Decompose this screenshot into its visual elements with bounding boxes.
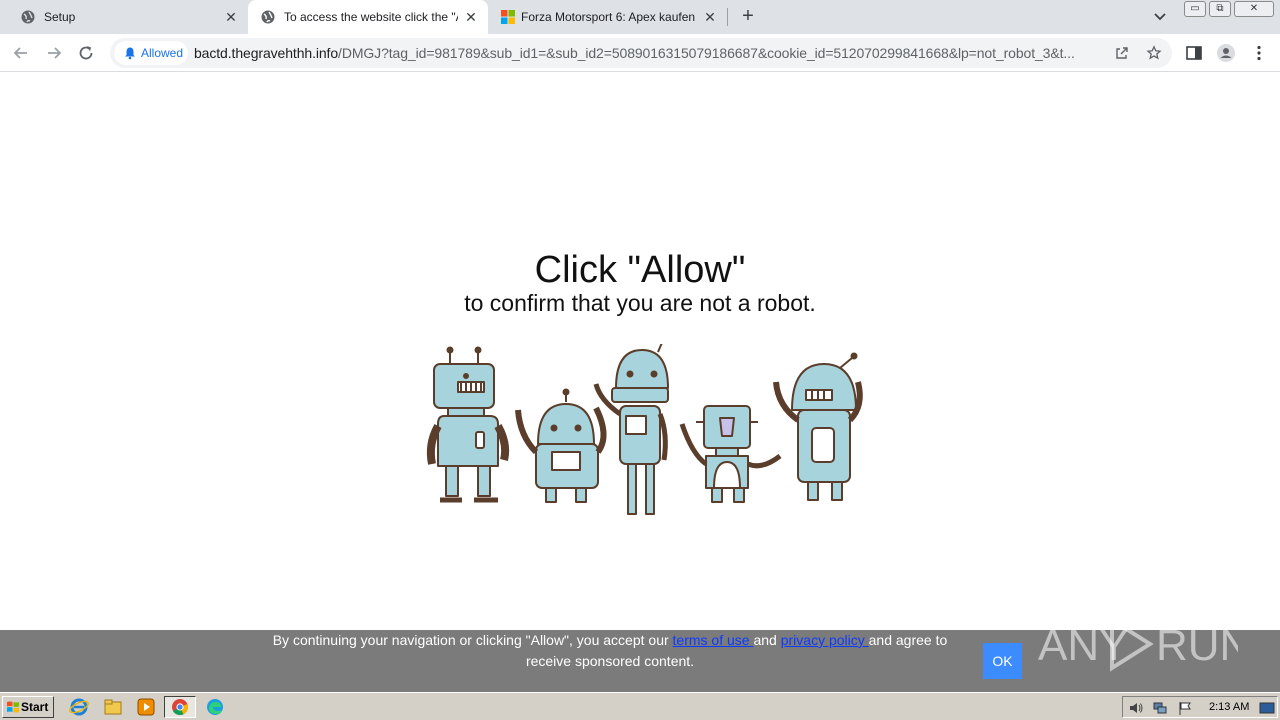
page-headline: Click "Allow" [534,249,746,291]
robot-1-image [426,346,510,503]
robot-2-image [515,388,607,503]
robot-4-image [679,405,782,503]
network-icon[interactable] [1152,700,1168,716]
ok-button[interactable]: OK [983,643,1022,679]
globe-icon [21,10,35,24]
screen: Setup ✕ To access the website click the … [0,0,1280,720]
back-arrow-icon[interactable] [10,42,32,64]
close-icon[interactable]: ✕ [462,8,480,26]
system-clock[interactable]: 2:13 AM [1209,700,1249,714]
file-explorer-icon[interactable] [102,696,124,718]
chevron-down-icon[interactable] [1151,8,1169,26]
edge-icon[interactable] [204,696,226,718]
show-desktop-icon[interactable] [1259,700,1275,716]
robots-illustration [426,344,863,515]
tab-title: Forza Motorsport 6: Apex kaufen – Micr [521,10,697,24]
restore-button[interactable]: ⧉ [1209,1,1231,17]
internet-explorer-icon[interactable] [68,696,90,718]
kebab-menu-icon[interactable] [1249,43,1269,63]
microsoft-logo-icon [501,10,515,24]
address-bar[interactable]: Allowed bactd.thegravehthh.info/DMGJ?tag… [110,38,1172,68]
windows-flag-icon [7,701,19,713]
tab-setup[interactable]: Setup ✕ [8,0,248,34]
speaker-icon[interactable] [1128,700,1144,716]
url-text[interactable]: bactd.thegravehthh.info/DMGJ?tag_id=9817… [194,45,1106,61]
notification-permission-chip[interactable]: Allowed [114,41,188,65]
cookie-text: By continuing your navigation or clickin… [250,630,970,672]
robot-5-image [773,352,863,501]
privacy-policy-link[interactable]: privacy policy [781,632,869,648]
action-center-flag-icon[interactable] [1177,700,1193,716]
system-tray: 2:13 AM [1122,696,1278,718]
share-icon[interactable] [1114,45,1130,61]
url-host: bactd.thegravehthh.info [194,45,339,61]
window-close-button[interactable]: ✕ [1234,1,1274,17]
start-label: Start [21,700,49,714]
windows-taskbar: Start 2:13 AM [0,692,1280,720]
terms-of-use-link[interactable]: terms of use [673,632,754,648]
svg-text:RUN: RUN [1156,621,1238,670]
tab-strip: Setup ✕ To access the website click the … [0,0,1280,34]
side-panel-icon[interactable] [1184,43,1204,63]
chrome-taskbar-button[interactable] [164,696,196,718]
cookie-text-part: By continuing your navigation or clickin… [272,632,673,648]
anyrun-watermark-logo: ANY RUN [1038,616,1238,672]
profile-avatar-icon[interactable] [1216,43,1236,63]
permission-label: Allowed [141,46,184,60]
close-icon[interactable]: ✕ [222,8,240,26]
cookie-text-part: and [753,632,781,648]
bell-icon [125,47,135,60]
tab-title: To access the website click the "Allow" [284,10,458,24]
url-path: /DMGJ?tag_id=981789&sub_id1=&sub_id2=508… [338,45,1075,61]
minimize-button[interactable]: ▭ [1184,1,1206,17]
svg-text:ANY: ANY [1038,621,1128,670]
browser-toolbar: Allowed bactd.thegravehthh.info/DMGJ?tag… [0,34,1280,72]
tab-title: Setup [44,10,76,24]
robot-3-image [593,344,669,515]
bookmark-star-icon[interactable] [1146,45,1162,61]
forward-arrow-icon[interactable] [43,42,65,64]
media-player-icon[interactable] [135,696,157,718]
tab-allow-page[interactable]: To access the website click the "Allow" … [248,0,488,34]
reload-icon[interactable] [75,42,97,64]
page-subline: to confirm that you are not a robot. [464,290,816,316]
close-icon[interactable]: ✕ [701,8,719,26]
new-tab-button[interactable]: + [737,6,759,28]
globe-icon [261,10,275,24]
start-button[interactable]: Start [2,696,54,718]
tab-separator [727,8,728,26]
chrome-icon [172,699,189,716]
tab-forza[interactable]: Forza Motorsport 6: Apex kaufen – Micr ✕ [488,0,728,34]
page-content: Click "Allow" to confirm that you are no… [0,72,1280,630]
